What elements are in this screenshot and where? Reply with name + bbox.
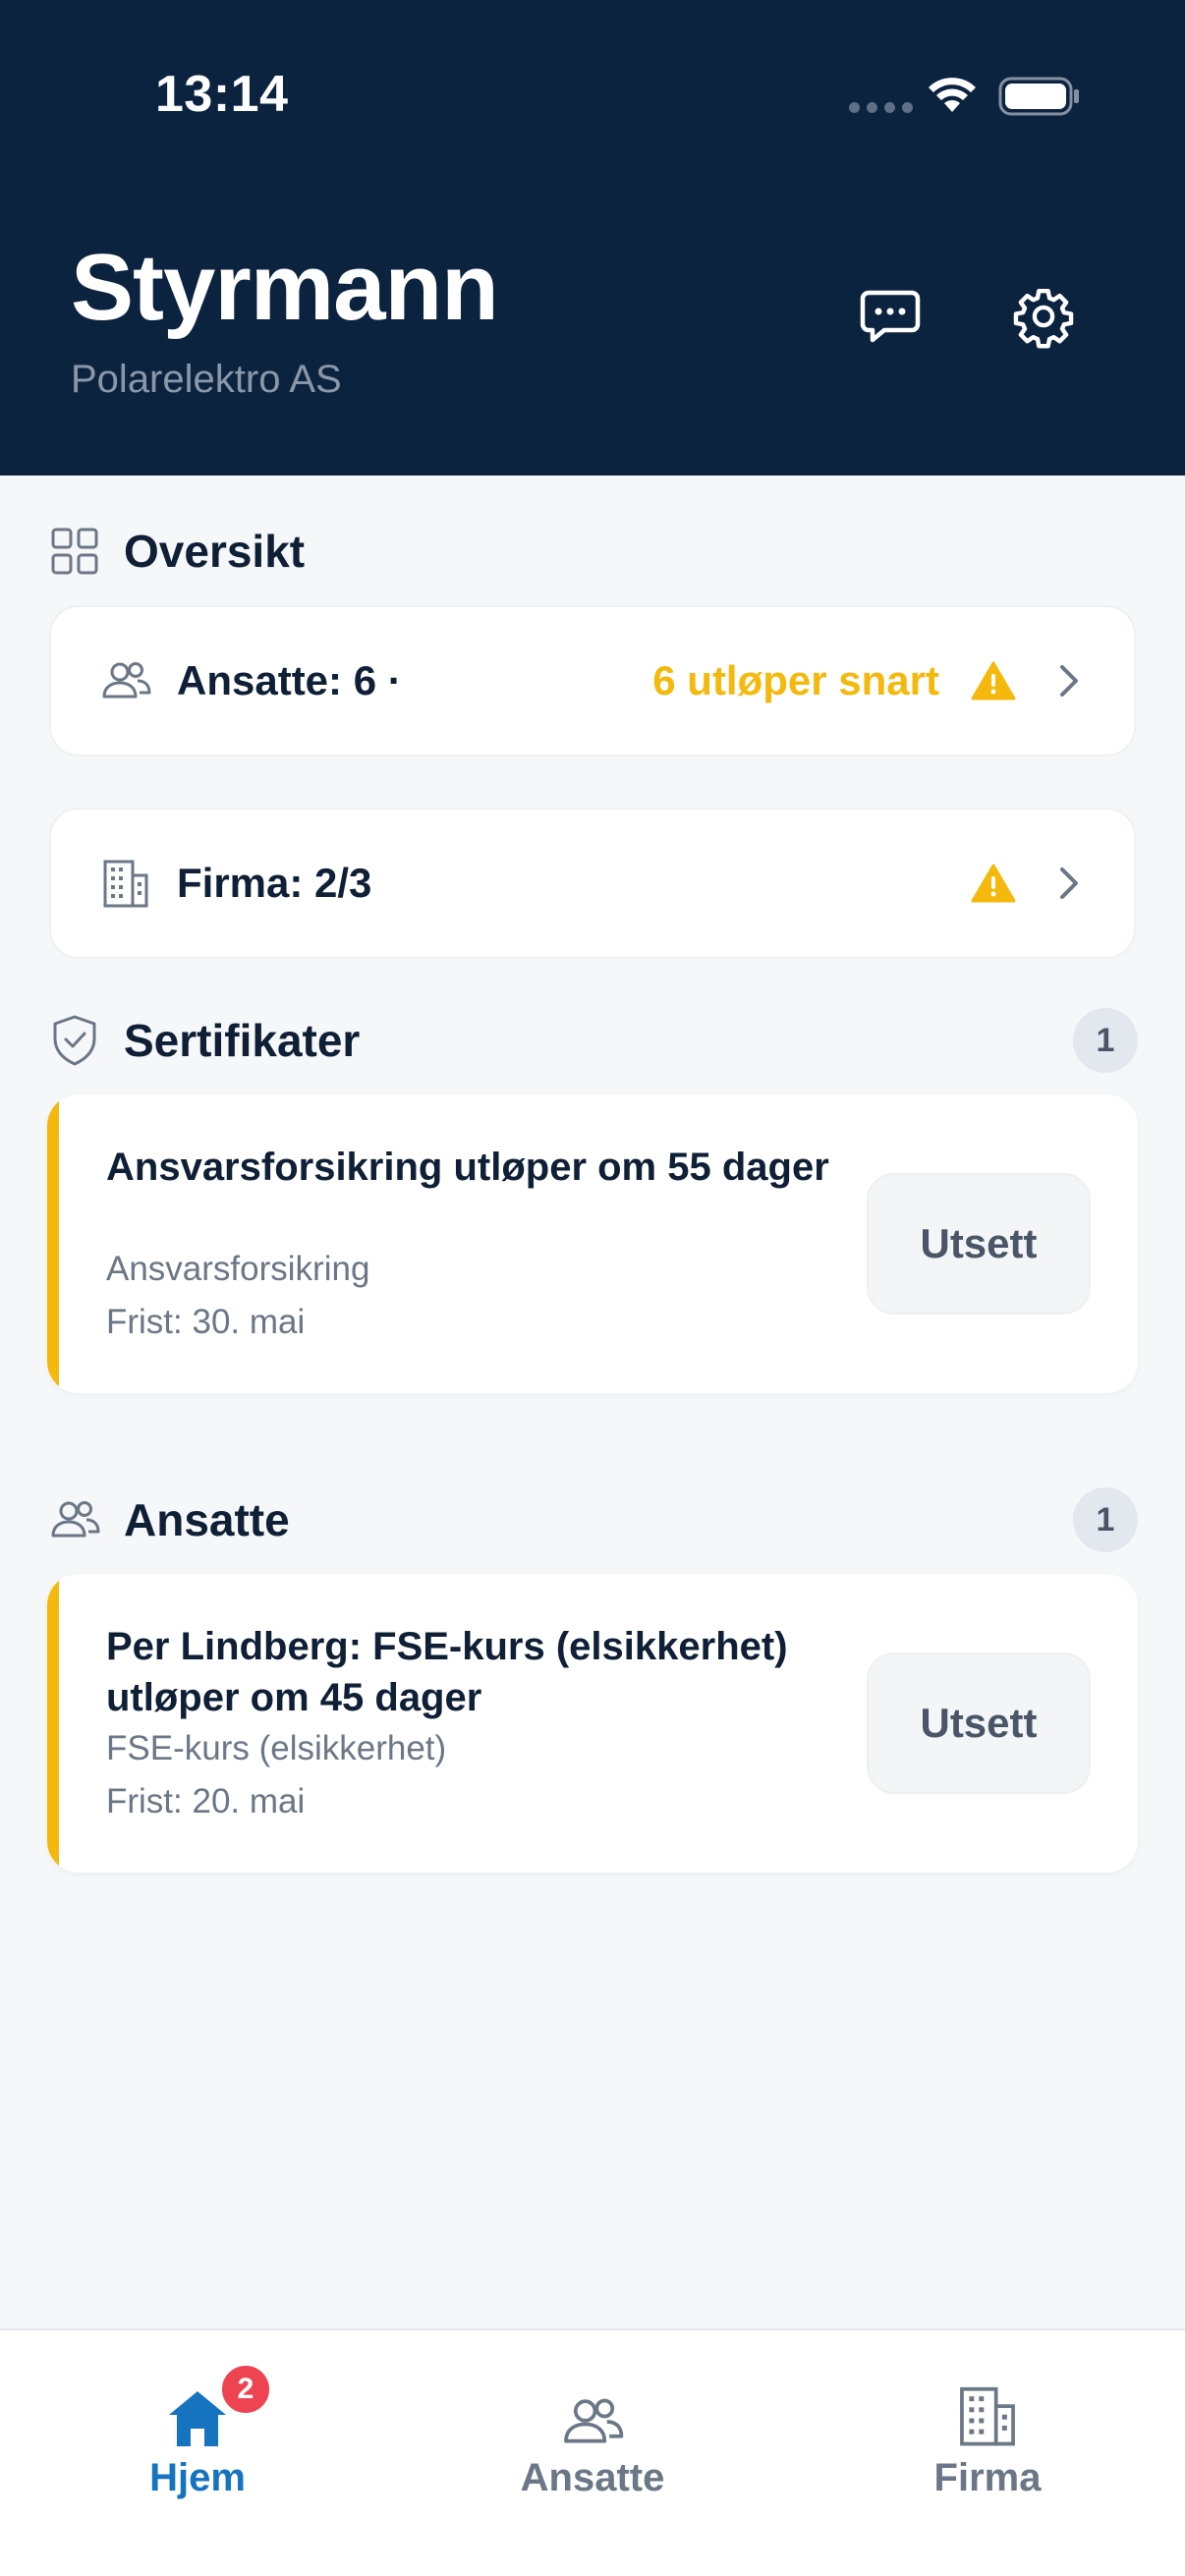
gear-icon <box>1013 288 1074 349</box>
task-deadline: Frist: 20. mai <box>106 1782 306 1820</box>
section-title: Oversikt <box>124 526 306 577</box>
status-time: 13:14 <box>155 66 289 123</box>
count-badge: 1 <box>1073 1487 1138 1552</box>
postpone-button[interactable]: Utsett <box>867 1652 1091 1794</box>
section-overview-heading: Oversikt <box>47 517 1138 586</box>
chevron-right-icon <box>1060 868 1078 899</box>
section-title: Sertifikater <box>124 1015 361 1066</box>
warning-icon <box>971 661 1016 700</box>
section-certificates-heading: Sertifikater 1 <box>47 1006 1138 1075</box>
warning-icon <box>971 864 1016 903</box>
cellular-signal-icon <box>849 102 913 113</box>
overview-row-employees[interactable]: Ansatte: 6 · 6 utløper snart <box>49 605 1136 756</box>
tab-company[interactable]: Firma <box>790 2330 1185 2527</box>
warning-accent-bar <box>47 1574 59 1873</box>
building-icon <box>98 856 153 911</box>
tab-label: Hjem <box>149 2456 246 2499</box>
screen: 13:14 Styrmann Polarelektro AS Oversikt … <box>0 0 1185 2576</box>
task-title: Ansvarsforsikring utløper om 55 dager <box>106 1146 829 1189</box>
settings-button[interactable] <box>994 267 1093 365</box>
chat-button[interactable] <box>841 267 939 365</box>
tab-home[interactable]: 2 Hjem <box>0 2330 395 2527</box>
tab-label: Firma <box>933 2456 1042 2499</box>
building-icon <box>960 2386 1015 2446</box>
chevron-right-icon <box>1060 665 1078 697</box>
battery-icon <box>998 77 1079 116</box>
company-name: Polarelektro AS <box>71 358 342 401</box>
wifi-icon <box>929 78 976 112</box>
tab-employees[interactable]: Ansatte <box>395 2330 790 2527</box>
certificate-task-card[interactable]: Ansvarsforsikring utløper om 55 dager An… <box>47 1094 1138 1393</box>
count-badge: 1 <box>1073 1008 1138 1073</box>
section-employees-heading: Ansatte 1 <box>47 1485 1138 1554</box>
shield-check-icon <box>47 1013 102 1068</box>
task-title: Per Lindberg: FSE-kurs (elsikkerhet) utl… <box>106 1625 788 1719</box>
tab-label: Ansatte <box>520 2456 665 2499</box>
bottom-tab-bar: 2 Hjem Ansatte Firma <box>0 2328 1185 2576</box>
task-type: FSE-kurs (elsikkerhet) <box>106 1729 447 1767</box>
section-title: Ansatte <box>124 1494 290 1545</box>
overview-row-company[interactable]: Firma: 2/3 <box>49 808 1136 959</box>
warning-accent-bar <box>47 1094 59 1393</box>
task-deadline: Frist: 30. mai <box>106 1303 306 1341</box>
notification-badge: 2 <box>218 2362 273 2417</box>
expiring-soon-label: 6 utløper snart <box>652 657 939 703</box>
company-count-label: Firma: 2/3 <box>177 860 372 906</box>
employee-task-card[interactable]: Per Lindberg: FSE-kurs (elsikkerhet) utl… <box>47 1574 1138 1873</box>
people-icon <box>98 653 153 708</box>
chat-bubble-icon <box>860 290 921 343</box>
app-header: 13:14 Styrmann Polarelektro AS <box>0 0 1185 476</box>
postpone-button[interactable]: Utsett <box>867 1173 1091 1315</box>
task-type: Ansvarsforsikring <box>106 1250 370 1288</box>
page-title: Styrmann <box>71 235 499 340</box>
employees-count-label: Ansatte: 6 · <box>177 657 402 703</box>
people-icon <box>47 1492 102 1547</box>
people-icon <box>564 2398 624 2443</box>
grid-icon <box>47 524 102 579</box>
